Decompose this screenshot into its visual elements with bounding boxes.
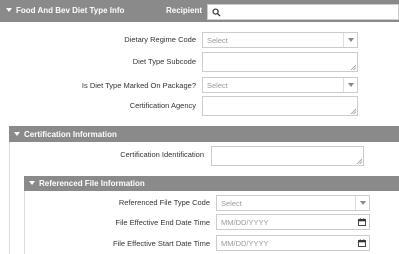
collapse-caret-icon[interactable] (29, 180, 35, 185)
recipient-label: Recipient (166, 6, 203, 15)
diet-type-subcode-label: Diet Type Subcode (132, 57, 196, 66)
resize-handle-icon[interactable] (356, 158, 362, 164)
file-effective-start-date-input[interactable]: MM/DD/YYYY (216, 235, 370, 251)
referenced-file-title-text: Referenced File Information (39, 179, 145, 188)
file-effective-end-date-label: File Effective End Date Time (115, 218, 211, 227)
certification-identification-label: Certification Identification (120, 150, 204, 159)
certification-title-text: Certification Information (24, 130, 117, 139)
certification-agency-textarea[interactable] (202, 96, 358, 116)
food-bev-diet-type-header[interactable]: Food And Bev Diet Type Info Recipient (0, 0, 399, 22)
collapse-caret-icon[interactable] (6, 7, 12, 12)
file-effective-start-date-placeholder: MM/DD/YYYY (221, 239, 269, 248)
resize-handle-icon[interactable] (350, 64, 356, 70)
collapse-caret-icon[interactable] (14, 131, 20, 136)
chevron-down-icon[interactable] (343, 78, 357, 92)
chevron-down-icon[interactable] (343, 33, 357, 47)
dietary-regime-code-select[interactable]: Select (202, 32, 358, 48)
header-title-text: Food And Bev Diet Type Info (16, 6, 125, 15)
file-effective-end-date-input[interactable]: MM/DD/YYYY (216, 214, 370, 230)
referenced-file-information-header[interactable]: Referenced File Information (24, 176, 399, 191)
referenced-file-type-code-select[interactable]: Select (216, 195, 370, 211)
certification-agency-label: Certification Agency (129, 101, 196, 110)
file-effective-start-date-label: File Effective Start Date Time (113, 239, 210, 248)
referenced-file-type-code-label: Referenced File Type Code (118, 198, 210, 207)
certification-panel-border (9, 142, 10, 254)
section-title-diet-type[interactable]: Food And Bev Diet Type Info (6, 6, 124, 15)
chevron-down-icon[interactable] (355, 196, 369, 210)
certification-information-header[interactable]: Certification Information (9, 126, 399, 142)
dietary-regime-code-label: Dietary Regime Code (124, 35, 196, 44)
section-title-referenced-file[interactable]: Referenced File Information (29, 179, 145, 188)
file-effective-end-date-placeholder: MM/DD/YYYY (221, 218, 269, 227)
certification-identification-textarea[interactable] (211, 146, 364, 166)
search-icon (212, 8, 221, 17)
is-diet-type-marked-value: Select (207, 81, 228, 90)
resize-handle-icon[interactable] (350, 108, 356, 114)
recipient-search-input[interactable] (207, 4, 399, 20)
dietary-regime-code-value: Select (207, 36, 228, 45)
diet-type-subcode-textarea[interactable] (202, 52, 358, 72)
is-diet-type-marked-label: Is Diet Type Marked On Package? (81, 81, 196, 90)
calendar-icon[interactable] (358, 239, 366, 247)
referenced-file-type-code-value: Select (221, 199, 242, 208)
calendar-icon[interactable] (358, 218, 366, 226)
is-diet-type-marked-select[interactable]: Select (202, 77, 358, 93)
referenced-file-panel-border (24, 191, 25, 254)
section-title-certification[interactable]: Certification Information (14, 130, 117, 139)
